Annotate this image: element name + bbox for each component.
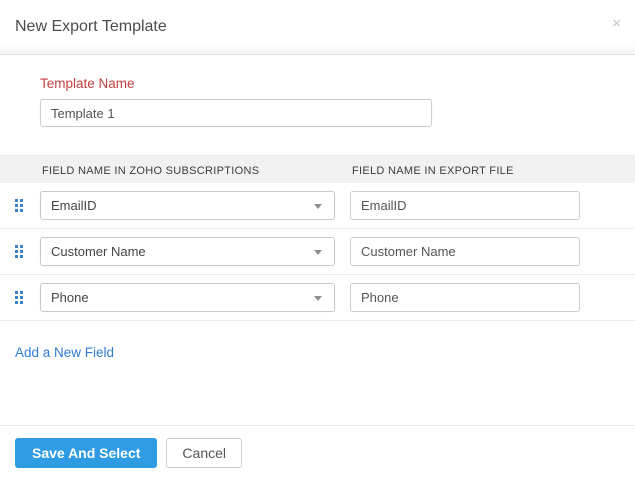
add-new-field-link[interactable]: Add a New Field [15,345,114,360]
field-select[interactable]: Customer Name [40,237,335,266]
mapping-rows: EmailID Customer Name Phone [0,183,635,321]
chevron-down-icon [314,250,322,255]
field-select[interactable]: Phone [40,283,335,312]
column-header-export-field: FIELD NAME IN EXPORT FILE [352,165,514,177]
chevron-down-icon [314,296,322,301]
drag-handle-icon[interactable] [15,245,23,258]
chevron-down-icon [314,204,322,209]
mapping-row: EmailID [0,183,635,229]
export-name-input[interactable] [350,237,580,266]
dialog-footer: Save And Select Cancel [0,425,635,480]
field-select-value: Customer Name [41,238,334,265]
new-export-template-dialog: New Export Template × Template Name FIEL… [0,0,635,480]
mapping-table-header: FIELD NAME IN ZOHO SUBSCRIPTIONS FIELD N… [0,155,635,183]
template-name-section: Template Name [0,55,635,127]
cancel-button[interactable]: Cancel [166,438,242,468]
export-name-input[interactable] [350,283,580,312]
mapping-row: Phone [0,275,635,321]
export-name-input[interactable] [350,191,580,220]
template-name-label: Template Name [40,76,635,91]
save-and-select-button[interactable]: Save And Select [15,438,157,468]
mapping-row: Customer Name [0,229,635,275]
field-select[interactable]: EmailID [40,191,335,220]
field-select-value: Phone [41,284,334,311]
close-icon[interactable]: × [612,16,621,31]
column-header-zoho-field: FIELD NAME IN ZOHO SUBSCRIPTIONS [42,165,259,177]
drag-handle-icon[interactable] [15,199,23,212]
template-name-input[interactable] [40,99,432,127]
dialog-title: New Export Template [0,0,635,54]
dialog-header: New Export Template × [0,0,635,55]
drag-handle-icon[interactable] [15,291,23,304]
field-select-value: EmailID [41,192,334,219]
